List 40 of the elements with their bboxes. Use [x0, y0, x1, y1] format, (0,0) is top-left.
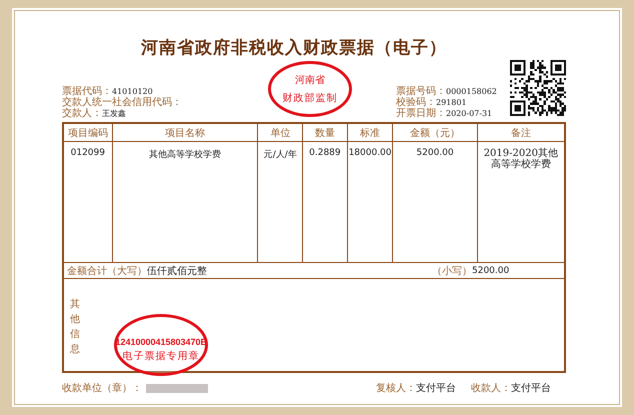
column-header: 单位 — [270, 126, 290, 140]
footer-label: 收款单位（章）： — [62, 382, 142, 395]
table-cell-text: 012099 — [70, 148, 105, 160]
qr-code-icon — [510, 60, 566, 116]
column-header: 备注 — [510, 126, 531, 140]
table-cell-text: 18000.00 — [348, 148, 392, 160]
seal-text: 电子票据专用章 — [122, 350, 200, 363]
column-header: 标准 — [360, 126, 380, 140]
field-value: 王发鑫 — [102, 108, 126, 119]
field-label: 票据号码： — [396, 86, 446, 97]
table-cell-text: 其他高等学校学费 — [149, 148, 222, 162]
field-value: 2020-07-31 — [446, 108, 492, 119]
field-label: 校验码： — [396, 97, 436, 108]
total-amount: 5200.00 — [472, 266, 510, 276]
field-label: 交款人： — [62, 108, 102, 119]
total-label: （小写） — [432, 264, 472, 278]
column-header: 数量 — [314, 126, 335, 140]
footer-label: 收款人： — [470, 382, 511, 395]
footer-value: 支付平台 — [416, 382, 456, 395]
seal-text: 河南省 — [295, 74, 325, 87]
footer-value: 支付平台 — [510, 382, 551, 395]
column-header: 项目名称 — [165, 126, 206, 140]
field-label: 交款人统一社会信用代码： — [62, 97, 182, 108]
table-cell-text: 元/人/年 — [264, 148, 297, 162]
field-label: 开票日期： — [396, 108, 446, 119]
total-label: 金额合计（大写） — [67, 264, 147, 278]
other-info-label: 其他信息 — [70, 298, 80, 357]
field-label: 票据代码： — [62, 86, 112, 97]
total-in-words: 伍仟贰佰元整 — [147, 264, 207, 278]
receipt-title: 河南省政府非税收入财政票据（电子） — [141, 38, 447, 58]
table-cell-text: 5200.00 — [416, 148, 454, 160]
field-value: 291801 — [436, 97, 467, 108]
table-cell-text: 2019-2020其他高等学校学费 — [482, 148, 559, 172]
table-cell-text: 0.2889 — [309, 148, 341, 160]
column-header: 项目编码 — [68, 126, 108, 140]
column-header: 金额（元） — [410, 126, 460, 140]
field-value: 0000158062 — [446, 86, 497, 97]
field-value: 41010120 — [112, 86, 153, 96]
seal-text: 财政部监制 — [282, 92, 338, 105]
footer-label: 复核人： — [376, 382, 416, 395]
